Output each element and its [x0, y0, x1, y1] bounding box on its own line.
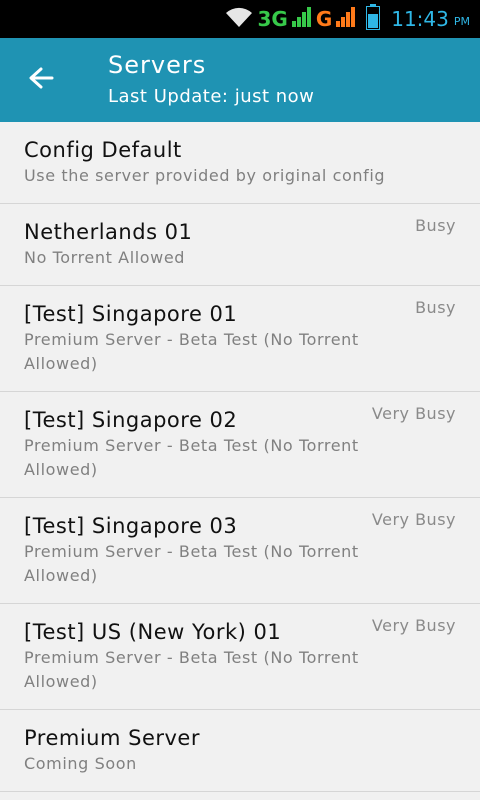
server-item-premium-server[interactable]: Premium Server Coming Soon: [0, 710, 480, 792]
server-description: No Torrent Allowed: [24, 248, 186, 267]
server-status: Busy: [415, 298, 456, 317]
server-item-test-singapore-02[interactable]: [Test] Singapore 02 Premium Server - Bet…: [0, 392, 480, 498]
server-item-config-default[interactable]: Config Default Use the server provided b…: [0, 122, 480, 204]
wifi-icon: [224, 5, 254, 33]
server-description: Premium Server - Beta Test (No Torrent A…: [24, 542, 359, 585]
clock-suffix: PM: [453, 15, 470, 28]
server-name: Premium Server: [24, 726, 200, 750]
server-description: Premium Server - Beta Test (No Torrent A…: [24, 648, 359, 691]
network-g-label: G: [315, 7, 333, 31]
signal-icon: [291, 5, 313, 33]
server-status: Very Busy: [371, 616, 456, 635]
server-status: Very Busy: [371, 510, 456, 529]
arrow-left-icon: [28, 66, 54, 94]
status-bar: 3G G 11:43 PM: [0, 0, 480, 38]
clock-time: 11:43: [391, 7, 449, 31]
server-name: [Test] Singapore 01: [24, 302, 238, 326]
server-description: Premium Server - Beta Test (No Torrent A…: [24, 330, 359, 373]
server-item-test-singapore-01[interactable]: [Test] Singapore 01 Premium Server - Bet…: [0, 286, 480, 392]
status-icons: 3G G 11:43 PM: [224, 0, 470, 38]
last-update-text: Last Update: just now: [108, 86, 315, 107]
signal-icon: [335, 5, 357, 33]
server-name: Config Default: [24, 138, 182, 162]
server-item-netherlands-01[interactable]: Netherlands 01 No Torrent Allowed Busy: [0, 204, 480, 286]
network-3g-label: 3G: [257, 7, 288, 31]
server-status: Busy: [415, 216, 456, 235]
server-description: Use the server provided by original conf…: [24, 166, 386, 185]
server-status: Very Busy: [371, 404, 456, 423]
back-button[interactable]: [18, 58, 64, 102]
server-list: Config Default Use the server provided b…: [0, 122, 480, 800]
server-description: Premium Server - Beta Test (No Torrent A…: [24, 436, 359, 479]
app-bar: Servers Last Update: just now: [0, 38, 480, 122]
server-item-test-us-new-york-01[interactable]: [Test] US (New York) 01 Premium Server -…: [0, 604, 480, 710]
page-title: Servers: [108, 51, 207, 79]
server-description: Coming Soon: [24, 754, 137, 773]
server-name: Netherlands 01: [24, 220, 193, 244]
battery-icon: [366, 4, 381, 34]
server-item-test-singapore-03[interactable]: [Test] Singapore 03 Premium Server - Bet…: [0, 498, 480, 604]
